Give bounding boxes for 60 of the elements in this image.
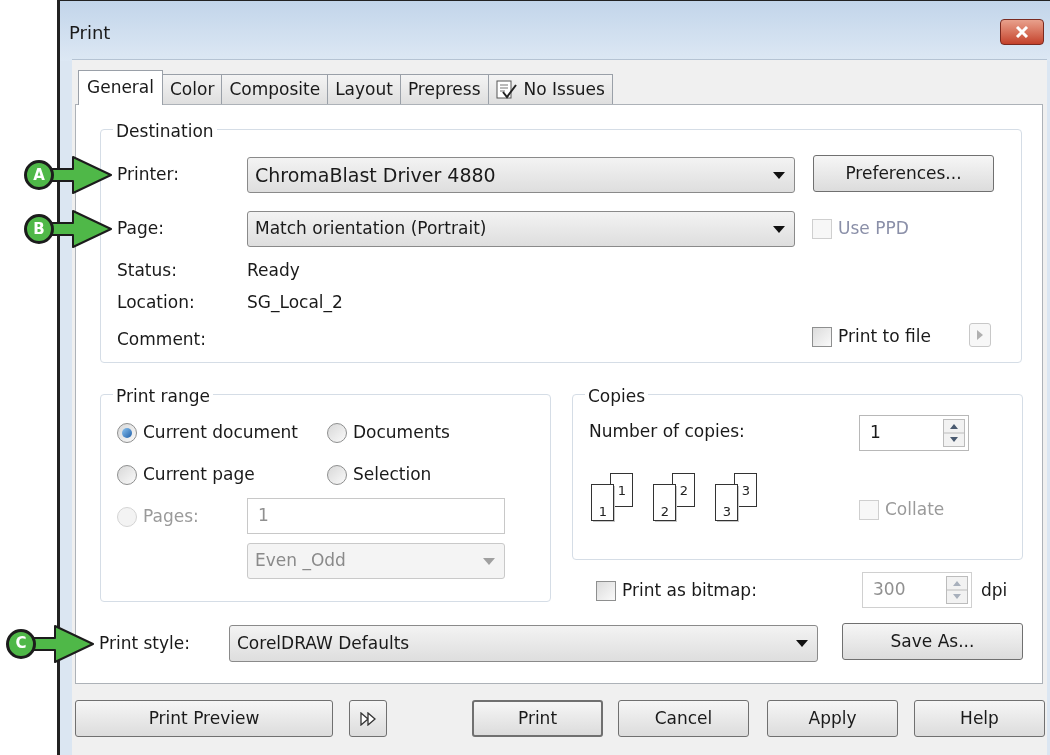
checkbox-label: Print as bitmap:	[622, 579, 757, 602]
field-label: Page:	[117, 217, 165, 241]
spin-field[interactable]: 1	[859, 415, 969, 451]
radio-button[interactable]	[327, 422, 347, 443]
button[interactable]: Cancel	[618, 700, 749, 737]
close-icon	[1015, 26, 1029, 38]
preferences-button[interactable]: Preferences...	[813, 155, 994, 192]
save-as-button[interactable]: Save As...	[842, 623, 1023, 660]
arrow-button[interactable]	[969, 323, 991, 347]
field-label: Number of copies:	[589, 420, 745, 443]
dropdown-arrow-icon	[796, 640, 808, 647]
spin-arrows-icon	[946, 576, 968, 604]
window-title: Print	[69, 21, 111, 45]
dropdown-arrow-icon	[483, 557, 495, 565]
radio-button[interactable]	[327, 464, 347, 485]
dropdown-arrow-icon	[773, 225, 785, 233]
dropdown[interactable]: ChromaBlast Driver 4880	[247, 157, 795, 193]
button[interactable]: Help	[914, 700, 1045, 737]
callout-badge: A	[24, 160, 54, 190]
callout-badge: B	[24, 214, 54, 244]
field-label: Comment:	[117, 328, 208, 351]
radio-label: Current page	[143, 463, 255, 486]
button[interactable]: Print	[472, 700, 603, 737]
field-label: Print style:	[99, 631, 191, 655]
field-value: SG_Local_2	[247, 291, 343, 315]
radio-label: Selection	[353, 463, 432, 486]
radio-button[interactable]	[117, 422, 137, 443]
field-label: Location:	[117, 291, 196, 314]
button[interactable]: Apply	[767, 700, 898, 737]
unit-label: dpi	[981, 579, 1008, 602]
play-icon	[977, 330, 983, 340]
spin-arrows-icon	[943, 419, 965, 447]
radio-button[interactable]	[117, 464, 137, 485]
radio-label: Pages:	[143, 505, 199, 528]
checklist-icon	[495, 80, 518, 100]
field-label: Printer:	[117, 163, 180, 187]
checkbox-label: Collate	[885, 498, 945, 521]
dropdown[interactable]: CorelDRAW Defaults	[229, 625, 818, 662]
tab[interactable]: Composite	[221, 74, 329, 105]
dropdown[interactable]: Match orientation (Portrait)	[247, 211, 795, 247]
radio-label: Documents	[353, 421, 450, 444]
checkbox-label: Use PPD	[838, 217, 909, 240]
radio-label: Current document	[143, 421, 299, 444]
print-preview-button[interactable]: Print Preview	[75, 700, 333, 737]
tab[interactable]: Prepress	[399, 74, 489, 105]
checkbox[interactable]	[812, 326, 832, 347]
tab[interactable]: No Issues	[487, 74, 613, 105]
collated-pages-drawing: 1 1 2 2 3 3	[590, 473, 770, 527]
fast-forward-button[interactable]	[349, 700, 387, 737]
callout-badge: C	[6, 628, 36, 659]
tab[interactable]: General	[78, 70, 163, 105]
fast-forward-icon	[360, 711, 376, 726]
tab[interactable]: Color	[162, 74, 223, 105]
checkbox-label: Print to file	[838, 325, 931, 348]
field-label: Status:	[117, 259, 178, 282]
close-button[interactable]	[1000, 19, 1044, 45]
dropdown-arrow-icon	[773, 171, 785, 179]
tab[interactable]: Layout	[327, 74, 401, 105]
checkbox[interactable]	[596, 580, 616, 601]
field-value: Ready	[247, 259, 300, 282]
